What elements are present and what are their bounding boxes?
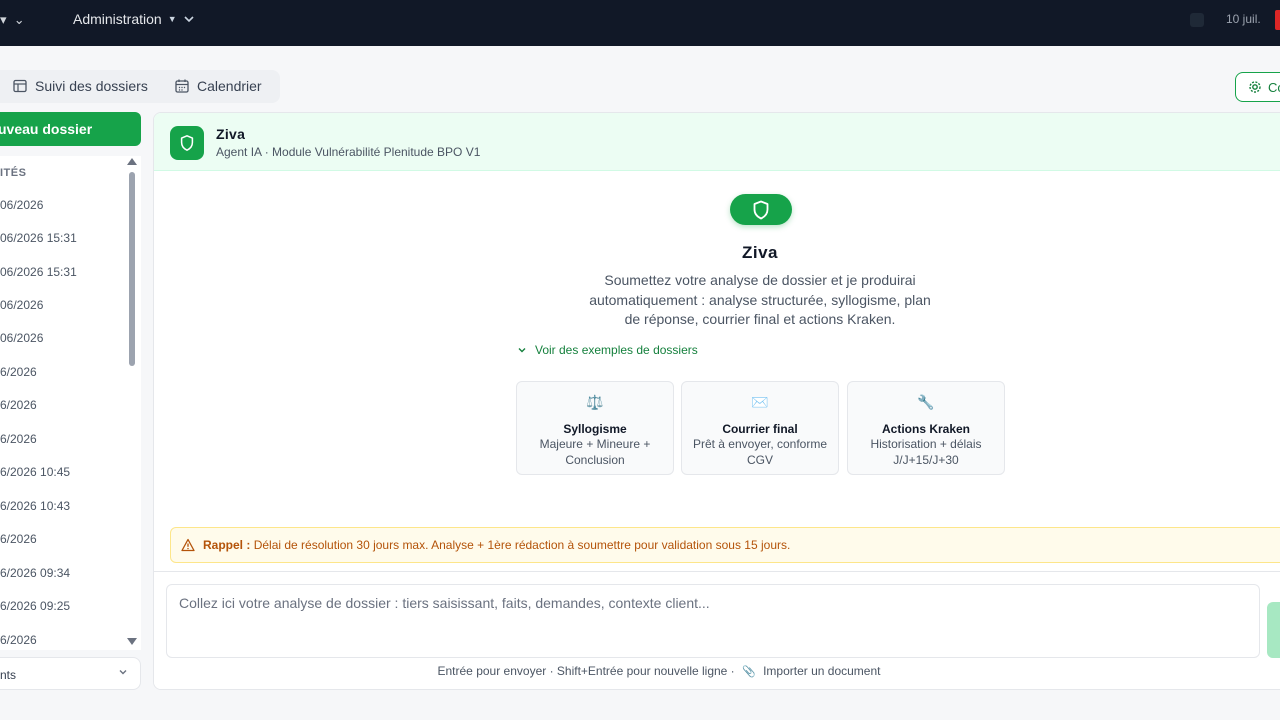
sidebar-item[interactable]: 06/2026 [0, 198, 43, 212]
config-button-label: Co [1268, 79, 1280, 95]
card-title: Courrier final [722, 422, 798, 436]
scroll-up-arrow-icon[interactable] [127, 158, 137, 165]
sidebar-item[interactable]: 6/2026 [0, 365, 37, 379]
composer-hint-text: Entrée pour envoyer · Shift+Entrée pour … [437, 664, 735, 678]
agent-name: Ziva [216, 126, 246, 142]
tab-suivi-dossiers[interactable]: Suivi des dossiers [13, 78, 148, 94]
hero-title: Ziva [741, 243, 779, 262]
card-description: Historisation + délais J/J+15/J+30 [870, 437, 982, 467]
administration-menu[interactable]: Administration ▼ [73, 11, 195, 27]
agent-avatar [170, 126, 204, 160]
config-button[interactable]: Co [1235, 72, 1280, 102]
dossier-analysis-input[interactable] [166, 584, 1260, 658]
sidebar-item[interactable]: 6/2026 09:25 [0, 599, 70, 613]
shield-icon [753, 200, 769, 219]
sidebar-item[interactable]: 6/2026 10:43 [0, 499, 70, 513]
card-description: Prêt à envoyer, conforme CGV [692, 437, 828, 467]
sidebar-item[interactable]: 06/2026 [0, 331, 43, 345]
paperclip-icon: 📎 [742, 666, 756, 678]
card-description: Majeure + Mineure + Conclusion [539, 437, 651, 467]
reminder-banner: Rappel : Délai de résolution 30 jours ma… [170, 527, 1280, 563]
warning-icon [181, 538, 195, 552]
composer: Entrée pour envoyer · Shift+Entrée pour … [154, 571, 1280, 689]
user-avatar[interactable] [1275, 10, 1280, 30]
new-dossier-label: uveau dossier [0, 121, 93, 137]
sidebar-item[interactable]: 6/2026 [0, 398, 37, 412]
chevron-down-icon [184, 16, 194, 23]
wrench-icon: 🔧 [917, 394, 935, 410]
feature-card-syllogisme[interactable]: ⚖️ Syllogisme Majeure + Mineure + Conclu… [516, 381, 674, 475]
gear-icon [1249, 81, 1261, 93]
table-icon [13, 79, 27, 93]
sidebar-section-label: ITÉS [0, 167, 27, 179]
sidebar-item[interactable]: 6/2026 10:45 [0, 465, 70, 479]
top-navbar: ▾ ⌄ Administration ▼ 10 juil. [0, 0, 1280, 46]
examples-link-label: Voir des exemples de dossiers [535, 343, 698, 357]
card-title: Actions Kraken [881, 422, 971, 436]
sidebar-item[interactable]: 6/2026 09:34 [0, 566, 70, 580]
tab-calendrier[interactable]: Calendrier [175, 78, 262, 94]
calendar-icon [175, 79, 189, 93]
agent-header: Ziva Agent IA · Module Vulnérabilité Ple… [154, 113, 1280, 171]
dossier-sidebar: ITÉS 06/2026 06/2026 15:31 06/2026 15:31… [0, 156, 141, 650]
tab-label: Suivi des dossiers [35, 78, 148, 94]
current-date: 10 juil. [1226, 12, 1261, 26]
hero-logo [730, 194, 792, 225]
composer-hint: Entrée pour envoyer · Shift+Entrée pour … [154, 664, 1164, 678]
chat-panel: Ziva Agent IA · Module Vulnérabilité Ple… [153, 112, 1280, 690]
chevron-down-icon [119, 670, 127, 675]
reminder-text: Délai de résolution 30 jours max. Analys… [253, 538, 791, 552]
tab-label: Calendrier [197, 78, 262, 94]
sidebar-scrollbar[interactable] [127, 156, 137, 650]
sidebar-item[interactable]: 06/2026 [0, 298, 43, 312]
view-tabs: Suivi des dossiers Calendrier [0, 70, 280, 103]
import-document-link[interactable]: Importer un document [763, 664, 880, 678]
examples-toggle[interactable]: Voir des exemples de dossiers [517, 343, 698, 357]
scales-icon: ⚖️ [586, 394, 604, 410]
shield-icon [180, 135, 194, 151]
sidebar-item[interactable]: 6/2026 [0, 432, 37, 446]
sidebar-item[interactable]: 06/2026 15:31 [0, 231, 77, 245]
sidebar-item[interactable]: 6/2026 [0, 532, 37, 546]
sidebar-footer-label: nts [0, 668, 17, 682]
envelope-icon: ✉️ [751, 394, 769, 410]
scrollbar-thumb[interactable] [129, 172, 135, 366]
sidebar-item[interactable]: 06/2026 15:31 [0, 265, 77, 279]
chevron-down-icon[interactable]: ▾ ⌄ [0, 12, 25, 28]
feature-card-courrier[interactable]: ✉️ Courrier final Prêt à envoyer, confor… [681, 381, 839, 475]
feature-card-kraken[interactable]: 🔧 Actions Kraken Historisation + délais … [847, 381, 1005, 475]
agent-subtitle: Agent IA · Module Vulnérabilité Plenitud… [216, 145, 481, 159]
sidebar-footer-dropdown[interactable]: nts [0, 657, 141, 690]
send-button[interactable] [1267, 602, 1280, 658]
notification-icon[interactable] [1190, 13, 1204, 27]
administration-label: Administration [73, 11, 162, 27]
caret-down-icon: ▼ [167, 14, 177, 24]
hero-description: Soumettez votre analyse de dossier et je… [589, 272, 931, 327]
reminder-label: Rappel : [203, 538, 251, 552]
card-title: Syllogisme [563, 422, 627, 436]
sidebar-item[interactable]: 6/2026 [0, 633, 37, 647]
scroll-down-arrow-icon[interactable] [127, 638, 137, 645]
chevron-down-icon [518, 348, 526, 353]
new-dossier-button[interactable]: uveau dossier [0, 112, 141, 146]
